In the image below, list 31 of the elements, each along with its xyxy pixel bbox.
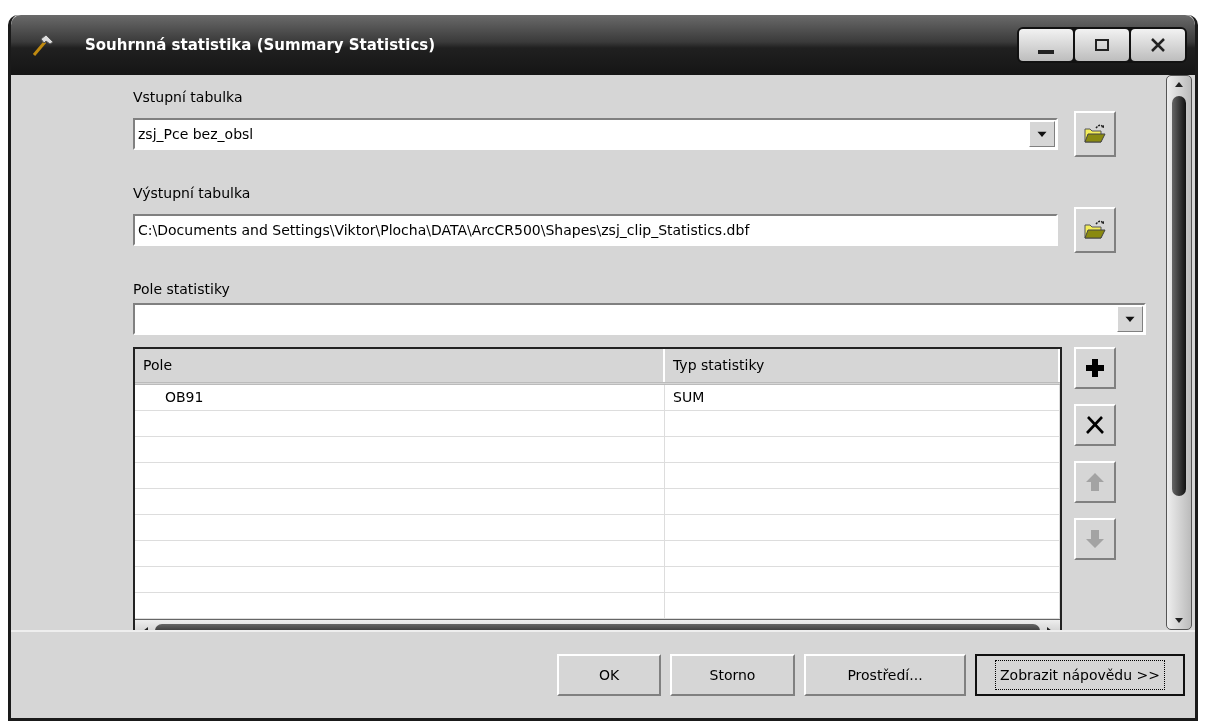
add-button[interactable] xyxy=(1074,347,1116,389)
field-label: Výstupní tabulka xyxy=(133,184,252,203)
remove-button[interactable] xyxy=(1074,404,1116,446)
minimize-icon xyxy=(1038,50,1054,54)
column-header[interactable]: Typ statistiky xyxy=(665,349,1060,382)
dropdown-field[interactable]: zsj_Pce bez_obsl xyxy=(133,118,1058,150)
vertical-scrollbar[interactable] xyxy=(1166,75,1192,630)
table-cell: OB91 xyxy=(135,385,665,410)
browse-button[interactable] xyxy=(1074,111,1116,157)
up-arrow-icon[interactable] xyxy=(1174,80,1184,90)
dialog-button[interactable]: Prostředí... xyxy=(804,654,966,696)
scrollbar-thumb[interactable] xyxy=(1172,96,1186,496)
table-cell: SUM xyxy=(665,385,1060,410)
hammer-icon xyxy=(31,33,55,57)
dropdown-field[interactable] xyxy=(133,303,1146,335)
field-label: Vstupní tabulka xyxy=(133,88,244,107)
folder-icon xyxy=(1083,218,1107,242)
close-button[interactable] xyxy=(1131,29,1185,61)
dialog-button[interactable]: Zobrazit nápovědu >> xyxy=(975,654,1185,696)
window-title: Souhrnná statistika (Summary Statistics) xyxy=(85,36,437,54)
folder-icon xyxy=(1083,122,1107,146)
plus-icon xyxy=(1083,356,1107,380)
down-arrow-icon[interactable] xyxy=(1174,615,1184,625)
browse-button[interactable] xyxy=(1074,207,1116,253)
field-label: Pole statistiky xyxy=(133,280,231,299)
dialog-button[interactable]: Storno xyxy=(670,654,795,696)
maximize-button[interactable] xyxy=(1075,29,1129,61)
column-header[interactable]: Pole xyxy=(135,349,665,382)
minimize-button[interactable] xyxy=(1019,29,1073,61)
dialog-button[interactable]: OK xyxy=(557,654,661,696)
text-field[interactable]: C:\Documents and Settings\Viktor\Plocha\DATA\ArcCR500\Shapes\zsj_clip_Statistics.dbf xyxy=(133,214,1058,246)
